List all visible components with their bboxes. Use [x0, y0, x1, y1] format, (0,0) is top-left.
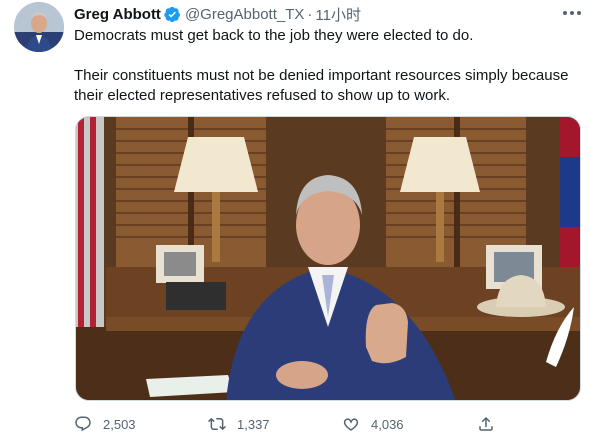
like-button[interactable]: 4,036 — [342, 412, 404, 436]
tweet-header: Greg Abbott @GregAbbott_TX · 11小时 — [74, 4, 361, 24]
tweet-timestamp[interactable]: 11小时 — [315, 4, 361, 25]
more-options-icon[interactable] — [563, 6, 581, 20]
reply-button[interactable]: 2,503 — [74, 412, 136, 436]
tweet[interactable]: Greg Abbott @GregAbbott_TX · 11小时 Democr… — [0, 0, 590, 442]
separator-dot: · — [307, 5, 313, 23]
retweet-icon — [208, 417, 226, 431]
verified-badge-icon — [164, 6, 181, 23]
avatar[interactable] — [14, 2, 64, 52]
reply-icon — [75, 416, 91, 432]
retweet-button[interactable]: 1,337 — [208, 412, 270, 436]
retweet-count: 1,337 — [237, 416, 270, 432]
share-icon — [479, 416, 493, 431]
like-heart-icon — [343, 418, 359, 431]
like-count: 4,036 — [371, 416, 404, 432]
tweet-text-line-1: Democrats must get back to the job they … — [74, 27, 474, 44]
tweet-text: Democrats must get back to the job they … — [74, 26, 584, 106]
author-handle[interactable]: @GregAbbott_TX — [185, 6, 304, 23]
tweet-text-line-2: Their constituents must not be denied im… — [74, 67, 569, 104]
author-name[interactable]: Greg Abbott — [74, 6, 161, 23]
tweet-video[interactable] — [75, 116, 581, 401]
tweet-actions: 2,503 1,337 4,036 — [72, 412, 572, 436]
reply-count: 2,503 — [103, 416, 136, 432]
share-button[interactable] — [477, 412, 506, 436]
